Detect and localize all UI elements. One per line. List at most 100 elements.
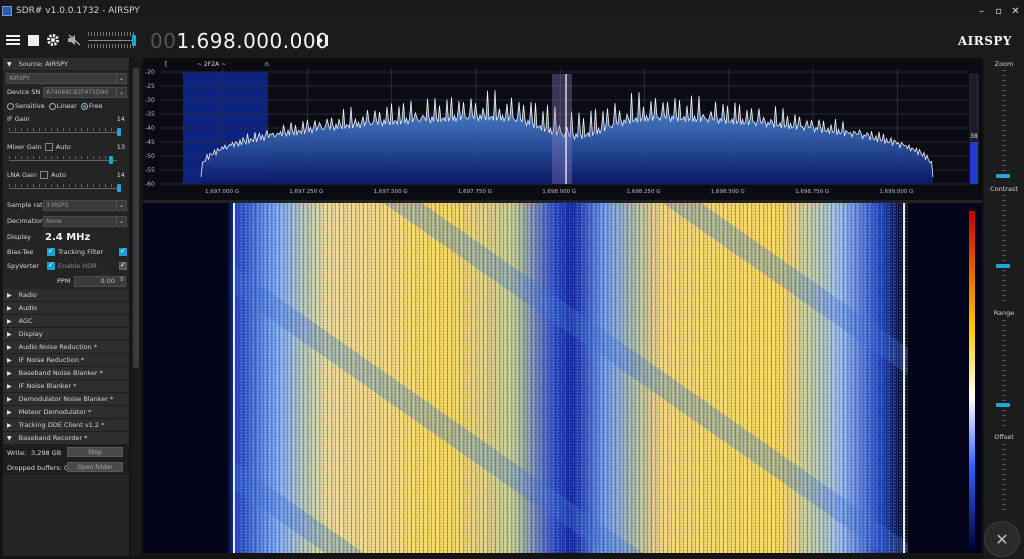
window-controls: – ▫ ✕ bbox=[973, 0, 1024, 22]
contrast-slider[interactable] bbox=[1002, 195, 1006, 305]
minimize-button[interactable]: – bbox=[973, 0, 990, 22]
stop-icon[interactable] bbox=[27, 31, 39, 49]
spyverter-checkbox[interactable] bbox=[47, 261, 55, 270]
lna-gain-slider[interactable] bbox=[9, 181, 123, 197]
if-gain-slider[interactable] bbox=[9, 125, 123, 141]
y-tick-label: -35 bbox=[145, 111, 155, 118]
y-tick-label: -20 bbox=[145, 69, 155, 76]
y-tick-label: -45 bbox=[145, 139, 155, 146]
section-header[interactable]: ▶ Audio Noise Reduction * bbox=[3, 341, 129, 354]
x-tick-label: 1,697.000 G bbox=[205, 189, 239, 195]
if-gain-label: IF Gain bbox=[7, 115, 30, 123]
sample-rate-label: Sample rate bbox=[7, 201, 47, 209]
expand-icon: ▶ bbox=[7, 291, 12, 299]
zoom-slider-knob[interactable] bbox=[996, 174, 1010, 178]
display-bandwidth-value: 2.4 MHz bbox=[45, 231, 91, 243]
radio-free[interactable] bbox=[80, 102, 88, 110]
contrast-slider-knob[interactable] bbox=[996, 264, 1010, 268]
enable-hdr-checkbox[interactable] bbox=[119, 261, 127, 270]
spyverter-label: SpyVerter bbox=[7, 262, 39, 270]
decimation-select[interactable]: None ⌄ bbox=[43, 215, 127, 227]
chevron-down-icon: ⌄ bbox=[116, 73, 126, 83]
section-label: Baseband Noise Blanker * bbox=[18, 369, 103, 377]
volume-slider[interactable] bbox=[88, 30, 138, 50]
section-header[interactable]: ▶ Audio bbox=[3, 302, 129, 315]
section-header[interactable]: ▶ Demodulator Noise Blanker * bbox=[3, 393, 129, 406]
section-source-header[interactable]: ▼ Source: AIRSPY bbox=[3, 58, 129, 71]
vfo-filter-band[interactable] bbox=[552, 74, 572, 184]
tracking-filter-checkbox[interactable] bbox=[119, 247, 127, 256]
range-label: Range bbox=[993, 309, 1015, 317]
x-tick-label: 1,698.250 G bbox=[627, 189, 661, 195]
title-bar: SDR# v1.0.0.1732 - AIRSPY – ▫ ✕ bbox=[0, 0, 1024, 22]
maximize-button[interactable]: ▫ bbox=[990, 0, 1007, 22]
right-control-panel: Zoom Contrast Range Offset ✕ bbox=[984, 58, 1024, 559]
ppm-value: 0.00 bbox=[100, 276, 115, 285]
section-header[interactable]: ▶ IF Noise Blanker * bbox=[3, 380, 129, 393]
expand-icon: ▶ bbox=[7, 317, 12, 325]
x-tick-label: 1,697.500 G bbox=[374, 189, 408, 195]
collapse-icon: ▼ bbox=[7, 434, 12, 442]
section-baseband-recorder-header[interactable]: ▼ Baseband Recorder * bbox=[3, 432, 129, 445]
bias-tee-checkbox[interactable] bbox=[47, 247, 55, 256]
section-label: AGC bbox=[18, 317, 33, 325]
device-select[interactable]: AIRSPY ⌄ bbox=[6, 72, 127, 84]
device-sn-label: Device SN bbox=[7, 88, 41, 96]
ppm-input[interactable]: 0.00 ⇕ bbox=[74, 275, 126, 287]
close-button[interactable]: ✕ bbox=[1007, 0, 1024, 22]
window-title: SDR# v1.0.0.1732 - AIRSPY bbox=[16, 6, 140, 16]
lna-gain-value: 14 bbox=[116, 171, 125, 179]
y-tick-label: -55 bbox=[145, 167, 155, 174]
offset-slider[interactable] bbox=[1002, 444, 1006, 514]
waterfall-edge-marker bbox=[903, 203, 905, 553]
x-tick-label: 1,697.250 G bbox=[289, 189, 323, 195]
if-gain-value: 14 bbox=[116, 115, 125, 123]
section-header[interactable]: ▶ Radio bbox=[3, 289, 129, 302]
section-label: IF Noise Blanker * bbox=[18, 382, 77, 390]
open-folder-button[interactable]: Open folder bbox=[67, 462, 123, 472]
decimation-value: None bbox=[46, 217, 62, 225]
step-tune-icon[interactable] bbox=[316, 31, 330, 49]
x-tick-label: 1,698.750 G bbox=[795, 189, 829, 195]
sample-rate-value: 3 MSPS bbox=[46, 201, 69, 209]
stop-recording-label: Stop bbox=[88, 448, 102, 456]
range-slider[interactable] bbox=[1002, 320, 1006, 430]
spectrum-plot[interactable]: -20 -25 -30 -35 -40 -45 -50 -55 -60 1,697.000 G 1,… bbox=[143, 58, 982, 200]
section-header[interactable]: ▶ Display bbox=[3, 328, 129, 341]
section-header[interactable]: ▶ Baseband Noise Blanker * bbox=[3, 367, 129, 380]
main-toolbar: 001.698.000.000 AIRSPY bbox=[0, 22, 1024, 58]
range-slider-knob[interactable] bbox=[996, 403, 1010, 407]
mixer-auto-checkbox[interactable] bbox=[44, 143, 53, 151]
level-meter-value: 38 bbox=[970, 133, 978, 140]
radio-linear[interactable] bbox=[48, 102, 56, 110]
waterfall-edge-marker bbox=[233, 203, 235, 553]
section-header[interactable]: ▶ Meteor Demodulator * bbox=[3, 406, 129, 419]
expand-icon: ▶ bbox=[7, 408, 12, 416]
lna-auto-checkbox[interactable] bbox=[39, 171, 48, 179]
sample-rate-select[interactable]: 3 MSPS ⌄ bbox=[43, 199, 127, 211]
waterfall-color-scale bbox=[969, 211, 975, 551]
spectrum-top-label: n bbox=[265, 61, 269, 68]
section-label: Source: AIRSPY bbox=[18, 60, 68, 68]
left-panel-scrollbar[interactable] bbox=[131, 58, 141, 556]
zoom-slider[interactable] bbox=[1002, 70, 1006, 180]
section-header[interactable]: ▶ AGC bbox=[3, 315, 129, 328]
scrollbar-thumb[interactable] bbox=[133, 68, 139, 368]
spectrum-analyzer[interactable]: -20 -25 -30 -35 -40 -45 -50 -55 -60 1,697.000 G 1,… bbox=[143, 58, 982, 200]
waterfall-display[interactable] bbox=[143, 203, 982, 553]
radio-sensitive[interactable] bbox=[7, 102, 14, 110]
frequency-display[interactable]: 001.698.000.000 bbox=[150, 29, 329, 53]
section-header[interactable]: ▶ Tracking DDE Client v1.2 * bbox=[3, 419, 129, 432]
speaker-muted-icon[interactable] bbox=[67, 31, 81, 49]
chevron-down-icon: ⌄ bbox=[116, 200, 126, 210]
mixer-gain-slider[interactable] bbox=[9, 153, 123, 169]
stop-recording-button[interactable]: Stop bbox=[67, 447, 123, 457]
waterfall-plot[interactable] bbox=[143, 203, 982, 553]
device-sn-select[interactable]: A74068C82F471D90 ⌄ bbox=[43, 86, 127, 98]
dropped-buffers-label: Dropped buffers: bbox=[7, 463, 62, 472]
menu-icon[interactable] bbox=[6, 31, 20, 49]
frequency-leading-zeros: 00 bbox=[150, 29, 177, 53]
section-header[interactable]: ▶ IF Noise Reduction * bbox=[3, 354, 129, 367]
spinner-icon: ⇕ bbox=[118, 275, 124, 283]
gear-icon[interactable] bbox=[46, 31, 60, 49]
